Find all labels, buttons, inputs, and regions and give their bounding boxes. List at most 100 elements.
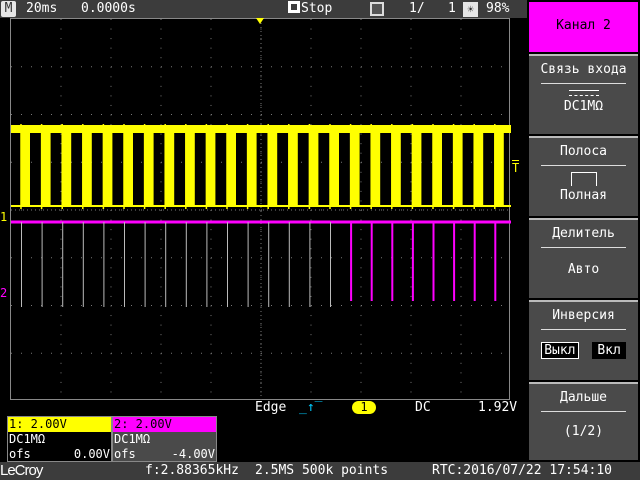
grid-dot — [360, 276, 362, 278]
channel-1-info[interactable]: 1: 2.00V DC1MΩ ofs 0.00V — [7, 416, 112, 462]
next-page-button[interactable]: Дальше (1/2) — [529, 382, 638, 460]
run-state[interactable]: Stop — [288, 0, 332, 18]
grid-dot — [231, 305, 232, 306]
grid-dot — [211, 114, 212, 115]
channel-1-pulse — [227, 129, 236, 207]
grid-dot — [60, 57, 62, 59]
grid-dot — [281, 209, 282, 211]
grid-dot — [210, 343, 212, 345]
grid-dot — [160, 334, 162, 336]
trigger-level-marker[interactable]: T — [512, 160, 520, 175]
grid-dot — [481, 209, 482, 211]
grid-dot — [91, 352, 92, 354]
channel-2-coupling: DC1MΩ — [114, 432, 151, 446]
grid-dot — [161, 257, 162, 259]
timebase[interactable]: 20ms — [26, 0, 57, 18]
grid-dot — [51, 257, 52, 259]
grid-dot — [310, 315, 312, 317]
grid-dot — [60, 171, 62, 173]
grid-dot — [271, 114, 272, 115]
grid-dot — [151, 352, 152, 354]
grid-dot — [441, 305, 442, 306]
grid-dot — [60, 76, 62, 78]
grid-dot — [110, 267, 112, 269]
grid-dot — [371, 114, 372, 115]
grid-dot — [71, 305, 72, 306]
grid-dot — [321, 257, 322, 259]
grid-dot — [60, 104, 62, 106]
grid-dot — [461, 305, 462, 306]
grid-dot — [411, 66, 412, 68]
grid-dot — [60, 85, 62, 87]
invert-button[interactable]: Инверсия Выкл Вкл — [529, 300, 638, 380]
grid-dot — [460, 124, 462, 126]
grid-dot — [110, 85, 112, 87]
channel-1-pulse — [412, 129, 422, 207]
invert-on-option[interactable]: Вкл — [592, 342, 626, 359]
grid-dot — [91, 257, 92, 259]
grid-dot — [371, 305, 372, 306]
channel-1-coupling: DC1MΩ — [9, 432, 46, 446]
channel-1-pulse — [453, 129, 463, 207]
grid-dot — [151, 305, 152, 306]
grid-dot — [260, 28, 262, 30]
grid-dot — [21, 209, 22, 211]
channel-2-info[interactable]: 2: 2.00V DC1MΩ ofs -4.00V — [112, 416, 217, 462]
grid-dot — [171, 114, 172, 115]
grid-dot — [310, 219, 312, 221]
grid-dot — [60, 276, 62, 278]
grid-dot — [401, 66, 402, 68]
grid-dot — [60, 362, 62, 364]
grid-dot — [61, 257, 62, 259]
grid-dot — [360, 76, 362, 78]
grid-dot — [311, 352, 312, 354]
grid-dot — [261, 257, 262, 259]
grid-dot — [11, 257, 12, 259]
grid-dot — [431, 66, 432, 68]
grid-dot — [461, 114, 462, 115]
grid-dot — [171, 352, 172, 354]
grid-dot — [401, 352, 402, 354]
grid-dot — [251, 305, 252, 306]
grid-dot — [481, 66, 482, 68]
probe-button[interactable]: Делитель Авто — [529, 218, 638, 298]
grid-dot — [460, 276, 462, 278]
grid-dot — [11, 161, 12, 163]
grid-dot — [360, 248, 362, 250]
invert-off-option[interactable]: Выкл — [541, 342, 579, 359]
trigger-delay[interactable]: 0.0000s — [81, 0, 136, 18]
grid-dot — [81, 114, 82, 115]
grid-dot — [351, 114, 352, 115]
grid-dot — [501, 114, 502, 115]
grid-dot — [371, 66, 372, 68]
grid-dot — [210, 229, 212, 231]
grid-dot — [71, 257, 72, 259]
grid-dot — [260, 124, 262, 126]
grid-dot — [310, 28, 312, 30]
channel-1-pulse — [41, 129, 51, 207]
grid-dot — [291, 352, 292, 354]
grid-dot — [410, 238, 412, 240]
grid-dot — [421, 352, 422, 354]
grid-dot — [310, 47, 312, 49]
grid-dot — [410, 343, 412, 345]
grid-dot — [360, 124, 362, 126]
grid-dot — [301, 257, 302, 259]
channel-2-marker[interactable]: 2 — [0, 286, 7, 300]
grid-dot — [381, 257, 382, 259]
bandwidth-filter-icon — [570, 172, 597, 186]
grid-dot — [310, 334, 312, 336]
coupling-button[interactable]: Связь входа DC1MΩ — [529, 54, 638, 134]
grid-dot — [181, 114, 182, 115]
grid-dot — [460, 324, 462, 326]
bandwidth-button[interactable]: Полоса Полная — [529, 136, 638, 216]
grid-dot — [441, 209, 442, 211]
channel-1-marker[interactable]: 1 — [0, 210, 7, 224]
grid-dot — [160, 324, 162, 326]
top-status-bar: M 20ms 0.0000s Stop 1/ 1 ☀ 98% — [0, 0, 527, 18]
grid-dot — [110, 372, 112, 374]
grid-dot — [360, 267, 362, 269]
channel-2-title-button[interactable]: Канал 2 — [529, 2, 638, 52]
mode-icon[interactable]: M — [1, 1, 16, 17]
waveform-display[interactable] — [10, 18, 511, 401]
